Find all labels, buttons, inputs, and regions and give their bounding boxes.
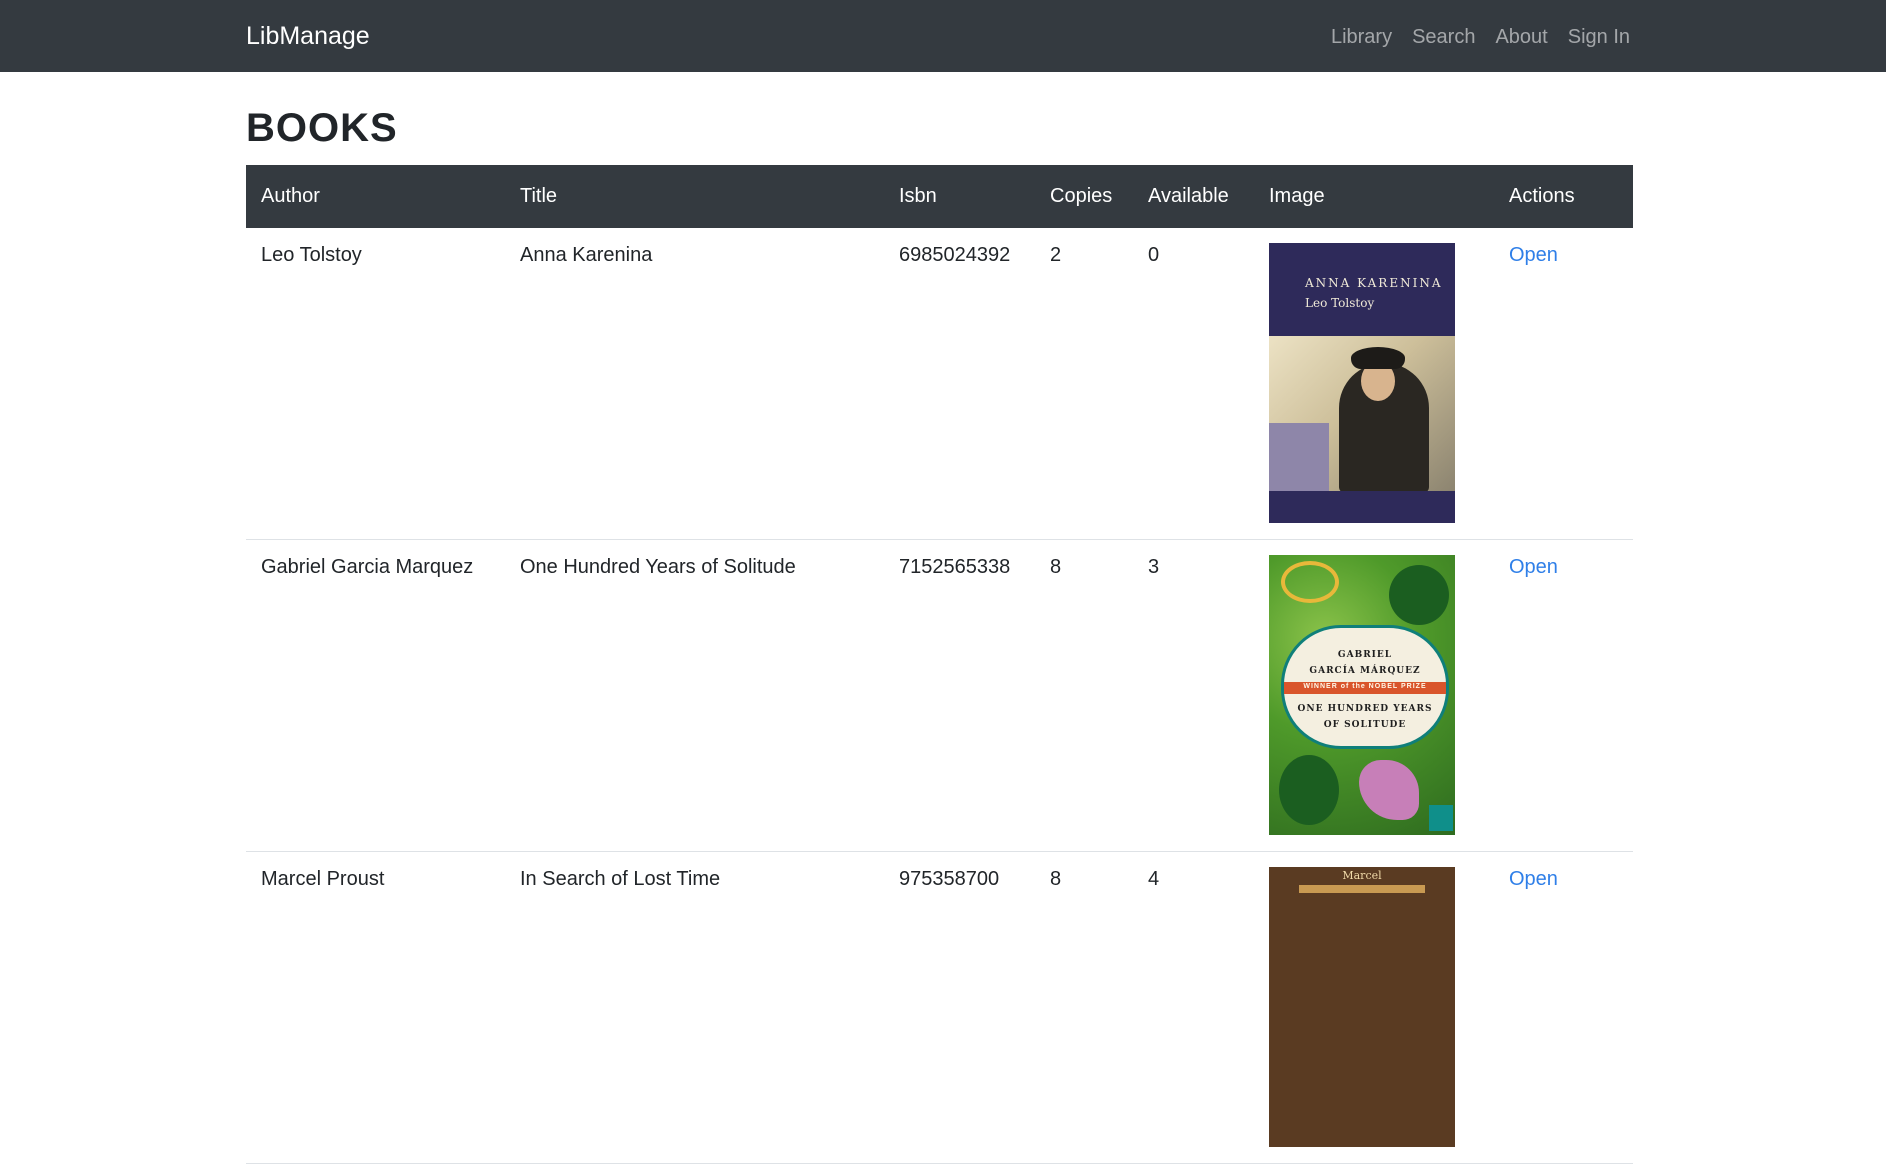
cover-title-line2: OF SOLITUDE	[1323, 720, 1407, 730]
cell-image: ANNA KARENINA Leo Tolstoy	[1254, 228, 1494, 540]
cell-copies: 8	[1035, 851, 1133, 1164]
cell-available: 3	[1133, 539, 1254, 852]
cover-author: Marcel	[1342, 869, 1382, 882]
cover-author-last: GARCÍA MÁRQUEZ	[1309, 666, 1421, 676]
cover-author-first: GABRIEL	[1337, 650, 1393, 660]
column-header-isbn: Isbn	[884, 165, 1035, 228]
cell-author: Marcel Proust	[246, 851, 505, 1164]
table-row: Leo Tolstoy Anna Karenina 6985024392 2 0…	[246, 228, 1633, 540]
top-navbar: LibManage Library Search About Sign In	[0, 0, 1886, 72]
table-header: Author Title Isbn Copies Available Image…	[246, 165, 1633, 228]
nav-link-search[interactable]: Search	[1412, 25, 1475, 49]
cell-copies: 8	[1035, 539, 1133, 852]
column-header-author: Author	[246, 165, 505, 228]
cell-title: In Search of Lost Time	[505, 851, 884, 1164]
cell-image: GABRIEL GARCÍA MÁRQUEZ WINNER of the NOB…	[1254, 539, 1494, 852]
cell-isbn: 7152565338	[884, 539, 1035, 852]
cell-actions: Open	[1494, 228, 1633, 540]
cell-author: Leo Tolstoy	[246, 228, 505, 540]
book-cover-image: ANNA KARENINA Leo Tolstoy	[1269, 243, 1455, 523]
cell-image: Marcel	[1254, 851, 1494, 1164]
cover-title: ANNA KARENINA	[1305, 276, 1443, 290]
column-header-copies: Copies	[1035, 165, 1133, 228]
nav-links: Library Search About Sign In	[1331, 25, 1630, 49]
column-header-available: Available	[1133, 165, 1254, 228]
open-link[interactable]: Open	[1509, 556, 1558, 578]
cell-isbn: 6985024392	[884, 228, 1035, 540]
cell-title: Anna Karenina	[505, 228, 884, 540]
book-cover-image: GABRIEL GARCÍA MÁRQUEZ WINNER of the NOB…	[1269, 555, 1455, 835]
open-link[interactable]: Open	[1509, 868, 1558, 890]
cell-available: 0	[1133, 228, 1254, 540]
open-link[interactable]: Open	[1509, 244, 1558, 266]
cell-available: 4	[1133, 851, 1254, 1164]
nav-link-about[interactable]: About	[1495, 25, 1547, 49]
cell-actions: Open	[1494, 539, 1633, 852]
cover-author: Leo Tolstoy	[1305, 296, 1375, 310]
cell-author: Gabriel Garcia Marquez	[246, 539, 505, 852]
nav-link-library[interactable]: Library	[1331, 25, 1392, 49]
cover-ribbon: WINNER of the NOBEL PRIZE	[1303, 683, 1427, 690]
table-row: Gabriel Garcia Marquez One Hundred Years…	[246, 539, 1633, 852]
cell-title: One Hundred Years of Solitude	[505, 539, 884, 852]
page-title: BOOKS	[246, 106, 398, 150]
book-cover-image: Marcel	[1269, 867, 1455, 1147]
cell-actions: Open	[1494, 851, 1633, 1164]
column-header-title: Title	[505, 165, 884, 228]
column-header-actions: Actions	[1494, 165, 1633, 228]
cell-isbn: 975358700	[884, 851, 1035, 1164]
books-table: Author Title Isbn Copies Available Image…	[246, 165, 1633, 1164]
brand-link[interactable]: LibManage	[246, 20, 370, 53]
table-row: Marcel Proust In Search of Lost Time 975…	[246, 851, 1633, 1164]
cell-copies: 2	[1035, 228, 1133, 540]
cover-title-line1: ONE HUNDRED YEARS	[1297, 704, 1433, 714]
column-header-image: Image	[1254, 165, 1494, 228]
nav-link-sign-in[interactable]: Sign In	[1568, 25, 1630, 49]
